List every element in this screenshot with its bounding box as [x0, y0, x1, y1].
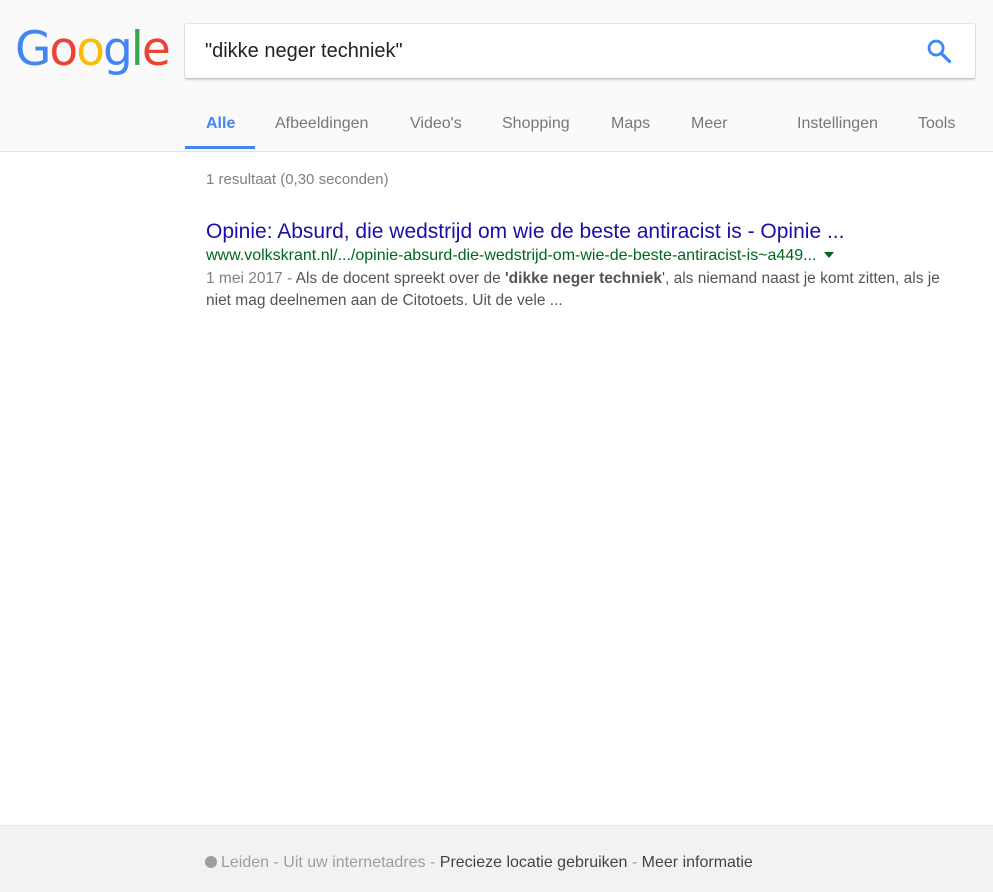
footer-location: Leiden: [221, 854, 270, 871]
logo-letter: o: [76, 22, 105, 77]
google-logo[interactable]: Google: [15, 22, 171, 78]
snippet-highlight: 'dikke neger techniek: [505, 270, 663, 287]
snippet-text-pre: Als de docent spreekt over de: [295, 270, 505, 287]
active-tab-indicator: [185, 146, 255, 149]
logo-letter: l: [130, 22, 144, 77]
search-input[interactable]: [205, 34, 905, 68]
result-url: www.volkskrant.nl/.../opinie-absurd-die-…: [206, 247, 817, 264]
tab-tools[interactable]: Tools: [918, 115, 955, 133]
tab-instellingen[interactable]: Instellingen: [797, 115, 878, 133]
tab-bar: Alle Afbeeldingen Video's Shopping Maps …: [0, 100, 993, 152]
result-title-link[interactable]: Opinie: Absurd, die wedstrijd om wie de …: [206, 218, 946, 246]
tab-maps[interactable]: Maps: [611, 115, 650, 133]
header: Google Alle Afbeeldingen Video's Shoppin…: [0, 0, 993, 152]
search-icon: [927, 39, 952, 64]
result-stats: 1 resultaat (0,30 seconden): [206, 171, 389, 188]
result-date: 1 mei 2017: [206, 270, 283, 287]
search-box: [185, 24, 975, 78]
search-result: Opinie: Absurd, die wedstrijd om wie de …: [206, 218, 946, 312]
tab-shopping[interactable]: Shopping: [502, 115, 570, 133]
tab-afbeeldingen[interactable]: Afbeeldingen: [275, 115, 368, 133]
search-button[interactable]: [925, 37, 953, 65]
precise-location-link[interactable]: Precieze locatie gebruiken: [440, 854, 628, 871]
footer-location-source: Uit uw internetadres: [283, 854, 426, 871]
tab-meer[interactable]: Meer: [691, 115, 727, 133]
url-dropdown-arrow-icon[interactable]: [824, 252, 835, 258]
result-snippet: 1 mei 2017 - Als de docent spreekt over …: [206, 270, 940, 309]
footer-location-line: Leiden - Uit uw internetadres - Precieze…: [205, 854, 753, 872]
footer: Leiden - Uit uw internetadres - Precieze…: [0, 825, 993, 892]
location-dot-icon: [205, 856, 217, 868]
more-info-link[interactable]: Meer informatie: [642, 854, 753, 871]
logo-letter: o: [49, 22, 78, 77]
logo-letter: g: [102, 22, 133, 77]
logo-letter: e: [141, 22, 171, 77]
tab-alle[interactable]: Alle: [206, 115, 235, 133]
tab-videos[interactable]: Video's: [410, 115, 462, 133]
result-url-row: www.volkskrant.nl/.../opinie-absurd-die-…: [206, 246, 946, 266]
logo-letter: G: [15, 22, 51, 77]
